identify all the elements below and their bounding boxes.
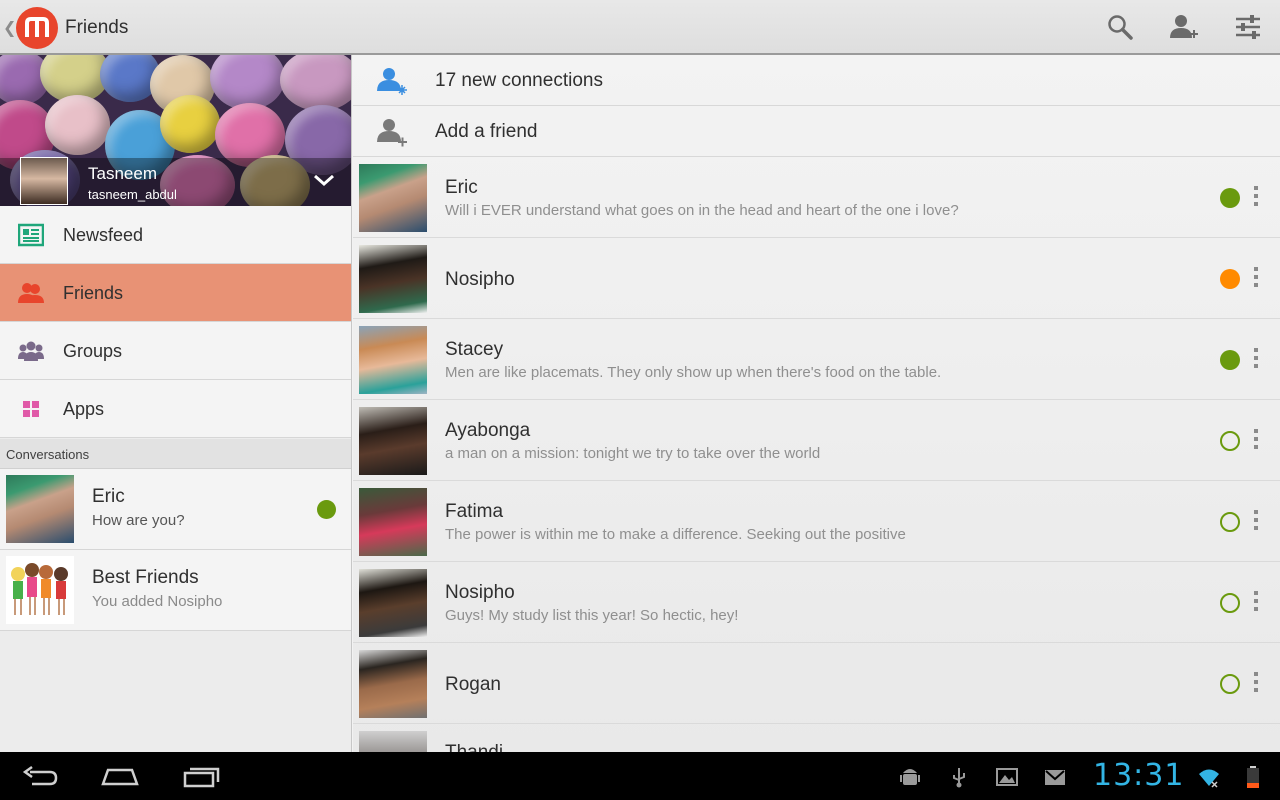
friend-status-message: Men are like placemats. They only show u…	[445, 364, 942, 381]
avatar	[359, 164, 427, 232]
new-connections-row[interactable]: 17 new connections	[353, 55, 1280, 106]
gmail-icon	[1045, 770, 1065, 785]
mxit-logo-icon[interactable]	[16, 7, 58, 49]
friend-name: Eric	[445, 177, 478, 198]
battery-icon	[1247, 766, 1259, 788]
new-connections-icon	[377, 68, 407, 95]
conversation-name: Eric	[92, 486, 125, 507]
group-avatar	[6, 556, 74, 624]
profile-avatar[interactable]	[20, 157, 68, 205]
friend-row[interactable]: Ayabonga a man on a mission: tonight we …	[353, 400, 1280, 481]
conversations-header: Conversations	[0, 439, 351, 469]
profile-handle: tasneem_abdul	[88, 187, 177, 202]
friend-name: Ayabonga	[445, 420, 531, 441]
nav-item-label: Friends	[63, 283, 124, 303]
section-title: Conversations	[6, 447, 90, 462]
person-plus-icon[interactable]	[1168, 12, 1198, 42]
friend-status-message: Guys! My study list this year! So hectic…	[445, 607, 739, 624]
navigation-drawer: Tasneem tasneem_abdul Newsfeed Friends G…	[0, 55, 352, 752]
home-icon[interactable]	[100, 764, 140, 790]
friend-name: Fatima	[445, 501, 504, 522]
conversation-item[interactable]: Eric How are you?	[0, 469, 351, 550]
offline-status-icon	[1220, 431, 1240, 451]
avatar	[359, 407, 427, 475]
avatar	[359, 650, 427, 718]
friends-icon	[18, 283, 44, 303]
nav-item-label: Newsfeed	[63, 225, 144, 245]
friend-name: Nosipho	[445, 582, 515, 603]
overflow-menu-icon[interactable]	[1252, 510, 1260, 534]
avatar	[359, 731, 427, 752]
friends-screen: ❮ Friends Tasneem tasneem_abdul Newsfeed…	[0, 0, 1280, 800]
avatar	[6, 475, 74, 543]
apps-grid-icon	[23, 401, 39, 417]
friend-status-message: The power is within me to make a differe…	[445, 526, 906, 543]
friend-row[interactable]: Thandi	[353, 724, 1280, 752]
recent-apps-icon[interactable]	[181, 764, 221, 790]
overflow-menu-icon[interactable]	[1252, 672, 1260, 696]
online-status-icon	[317, 500, 336, 519]
offline-status-icon	[1220, 674, 1240, 694]
conversation-name: Best Friends	[92, 567, 199, 588]
android-debug-icon	[900, 769, 920, 785]
avatar	[359, 245, 427, 313]
friend-name: Stacey	[445, 339, 504, 360]
away-status-icon	[1220, 269, 1240, 289]
conversation-item[interactable]: Best Friends You added Nosipho	[0, 550, 351, 631]
friend-name: Thandi	[445, 742, 503, 752]
groups-icon	[18, 341, 44, 361]
friend-status-message: Will i EVER understand what goes on in t…	[445, 202, 959, 219]
add-friend-label: Add a friend	[435, 121, 538, 142]
back-icon[interactable]	[20, 764, 60, 790]
overflow-menu-icon[interactable]	[1252, 591, 1260, 615]
offline-status-icon	[1220, 512, 1240, 532]
avatar	[359, 326, 427, 394]
newspaper-icon	[18, 223, 44, 247]
usb-icon	[953, 768, 965, 788]
status-clock: 13:31	[1093, 758, 1185, 793]
online-status-icon	[1220, 350, 1240, 370]
overflow-menu-icon[interactable]	[1252, 348, 1260, 372]
friends-list: 17 new connections Add a friend Eric Wil…	[353, 55, 1280, 752]
avatar	[359, 488, 427, 556]
friend-row[interactable]: Eric Will i EVER understand what goes on…	[353, 157, 1280, 238]
person-plus-icon	[377, 119, 407, 147]
friend-row[interactable]: Fatima The power is within me to make a …	[353, 481, 1280, 562]
friend-status-message: a man on a mission: tonight we try to ta…	[445, 445, 821, 462]
chevron-left-icon[interactable]: ❮	[3, 18, 16, 38]
friend-name: Nosipho	[445, 269, 515, 290]
nav-item-groups[interactable]: Groups	[0, 322, 351, 380]
search-icon[interactable]	[1105, 12, 1135, 42]
conversation-preview: How are you?	[92, 512, 185, 529]
friend-name: Rogan	[445, 674, 501, 695]
system-navigation-bar: 13:31	[0, 752, 1280, 800]
nav-item-apps[interactable]: Apps	[0, 380, 351, 438]
nav-item-friends[interactable]: Friends	[0, 264, 351, 322]
sliders-icon[interactable]	[1233, 12, 1263, 42]
profile-name: Tasneem	[88, 164, 157, 183]
friend-row[interactable]: Rogan	[353, 643, 1280, 724]
nav-item-label: Apps	[63, 399, 105, 419]
wifi-icon	[1199, 769, 1219, 788]
friend-row[interactable]: Stacey Men are like placemats. They only…	[353, 319, 1280, 400]
page-title: Friends	[65, 17, 129, 38]
action-bar: ❮ Friends	[0, 0, 1280, 55]
overflow-menu-icon[interactable]	[1252, 186, 1260, 210]
friend-row[interactable]: Nosipho Guys! My study list this year! S…	[353, 562, 1280, 643]
new-connections-label: 17 new connections	[435, 70, 603, 91]
conversation-preview: You added Nosipho	[92, 593, 223, 610]
nav-item-label: Groups	[63, 341, 123, 361]
offline-status-icon	[1220, 593, 1240, 613]
add-friend-row[interactable]: Add a friend	[353, 106, 1280, 157]
online-status-icon	[1220, 188, 1240, 208]
nav-item-newsfeed[interactable]: Newsfeed	[0, 206, 351, 264]
avatar	[359, 569, 427, 637]
friend-row[interactable]: Nosipho	[353, 238, 1280, 319]
overflow-menu-icon[interactable]	[1252, 267, 1260, 291]
gallery-icon	[996, 768, 1018, 786]
profile-cover-image: Tasneem tasneem_abdul	[0, 55, 351, 206]
overflow-menu-icon[interactable]	[1252, 429, 1260, 453]
chevron-down-icon[interactable]	[312, 171, 336, 189]
